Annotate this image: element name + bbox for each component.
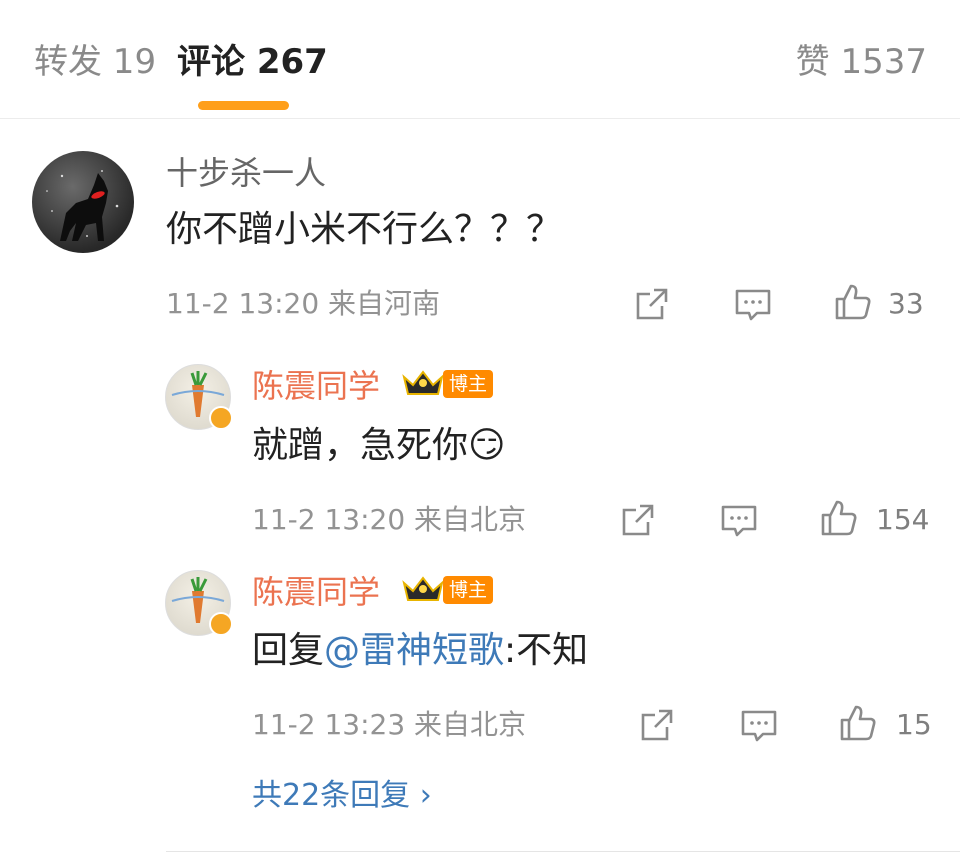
share-icon[interactable] [618, 500, 658, 540]
like-count: 15 [896, 708, 932, 741]
tab-repost[interactable]: 转发 19 [34, 40, 156, 84]
like-icon[interactable] [833, 282, 873, 322]
reply-meta: 11-2 13:20 来自北京 [252, 503, 527, 536]
blogger-badge: 博主 [401, 369, 494, 399]
dog-avatar-image [46, 170, 119, 241]
reply-username[interactable]: 陈震同学 [252, 366, 380, 406]
tab-like[interactable]: 赞 1537 [796, 40, 927, 84]
comment-icon[interactable] [733, 284, 773, 324]
mention-link[interactable]: @雷神短歌 [324, 630, 504, 671]
badge-tag: 博主 [443, 576, 494, 604]
comment-icon[interactable] [719, 500, 759, 540]
reply-username[interactable]: 陈震同学 [252, 572, 380, 612]
like-count: 154 [876, 503, 930, 536]
blogger-badge: 博主 [401, 575, 494, 605]
smirk-emoji: 😏 [468, 425, 506, 466]
comment-meta: 11-2 13:20 来自河南 [166, 287, 441, 320]
crown-icon [402, 576, 444, 601]
comment-username[interactable]: 十步杀一人 [166, 153, 326, 193]
reply-text: 就蹭，急死你😏 [252, 425, 506, 466]
tab-bar: 转发 19 评论 267 赞 1537 [0, 0, 960, 119]
like-icon[interactable] [838, 703, 878, 743]
tab-active-indicator [198, 101, 289, 110]
share-icon[interactable] [637, 705, 677, 745]
like-count: 33 [888, 287, 924, 320]
tab-comment[interactable]: 评论 267 [177, 40, 328, 84]
divider [166, 851, 960, 852]
share-icon[interactable] [632, 284, 672, 324]
verified-icon [209, 612, 233, 636]
badge-tag: 博主 [443, 370, 494, 398]
avatar[interactable] [165, 364, 233, 430]
comment-text: 你不蹭小米不行么？？？ [166, 209, 563, 250]
reply-text: 回复@雷神短歌:不知 [252, 630, 589, 671]
comment-icon[interactable] [739, 705, 779, 745]
avatar[interactable] [165, 570, 233, 636]
reply-meta: 11-2 13:23 来自北京 [252, 708, 527, 741]
more-replies-link[interactable]: 共22条回复 › [252, 776, 432, 816]
crown-icon [402, 370, 444, 395]
like-icon[interactable] [819, 498, 859, 538]
verified-icon [209, 406, 233, 430]
avatar[interactable] [32, 151, 134, 253]
